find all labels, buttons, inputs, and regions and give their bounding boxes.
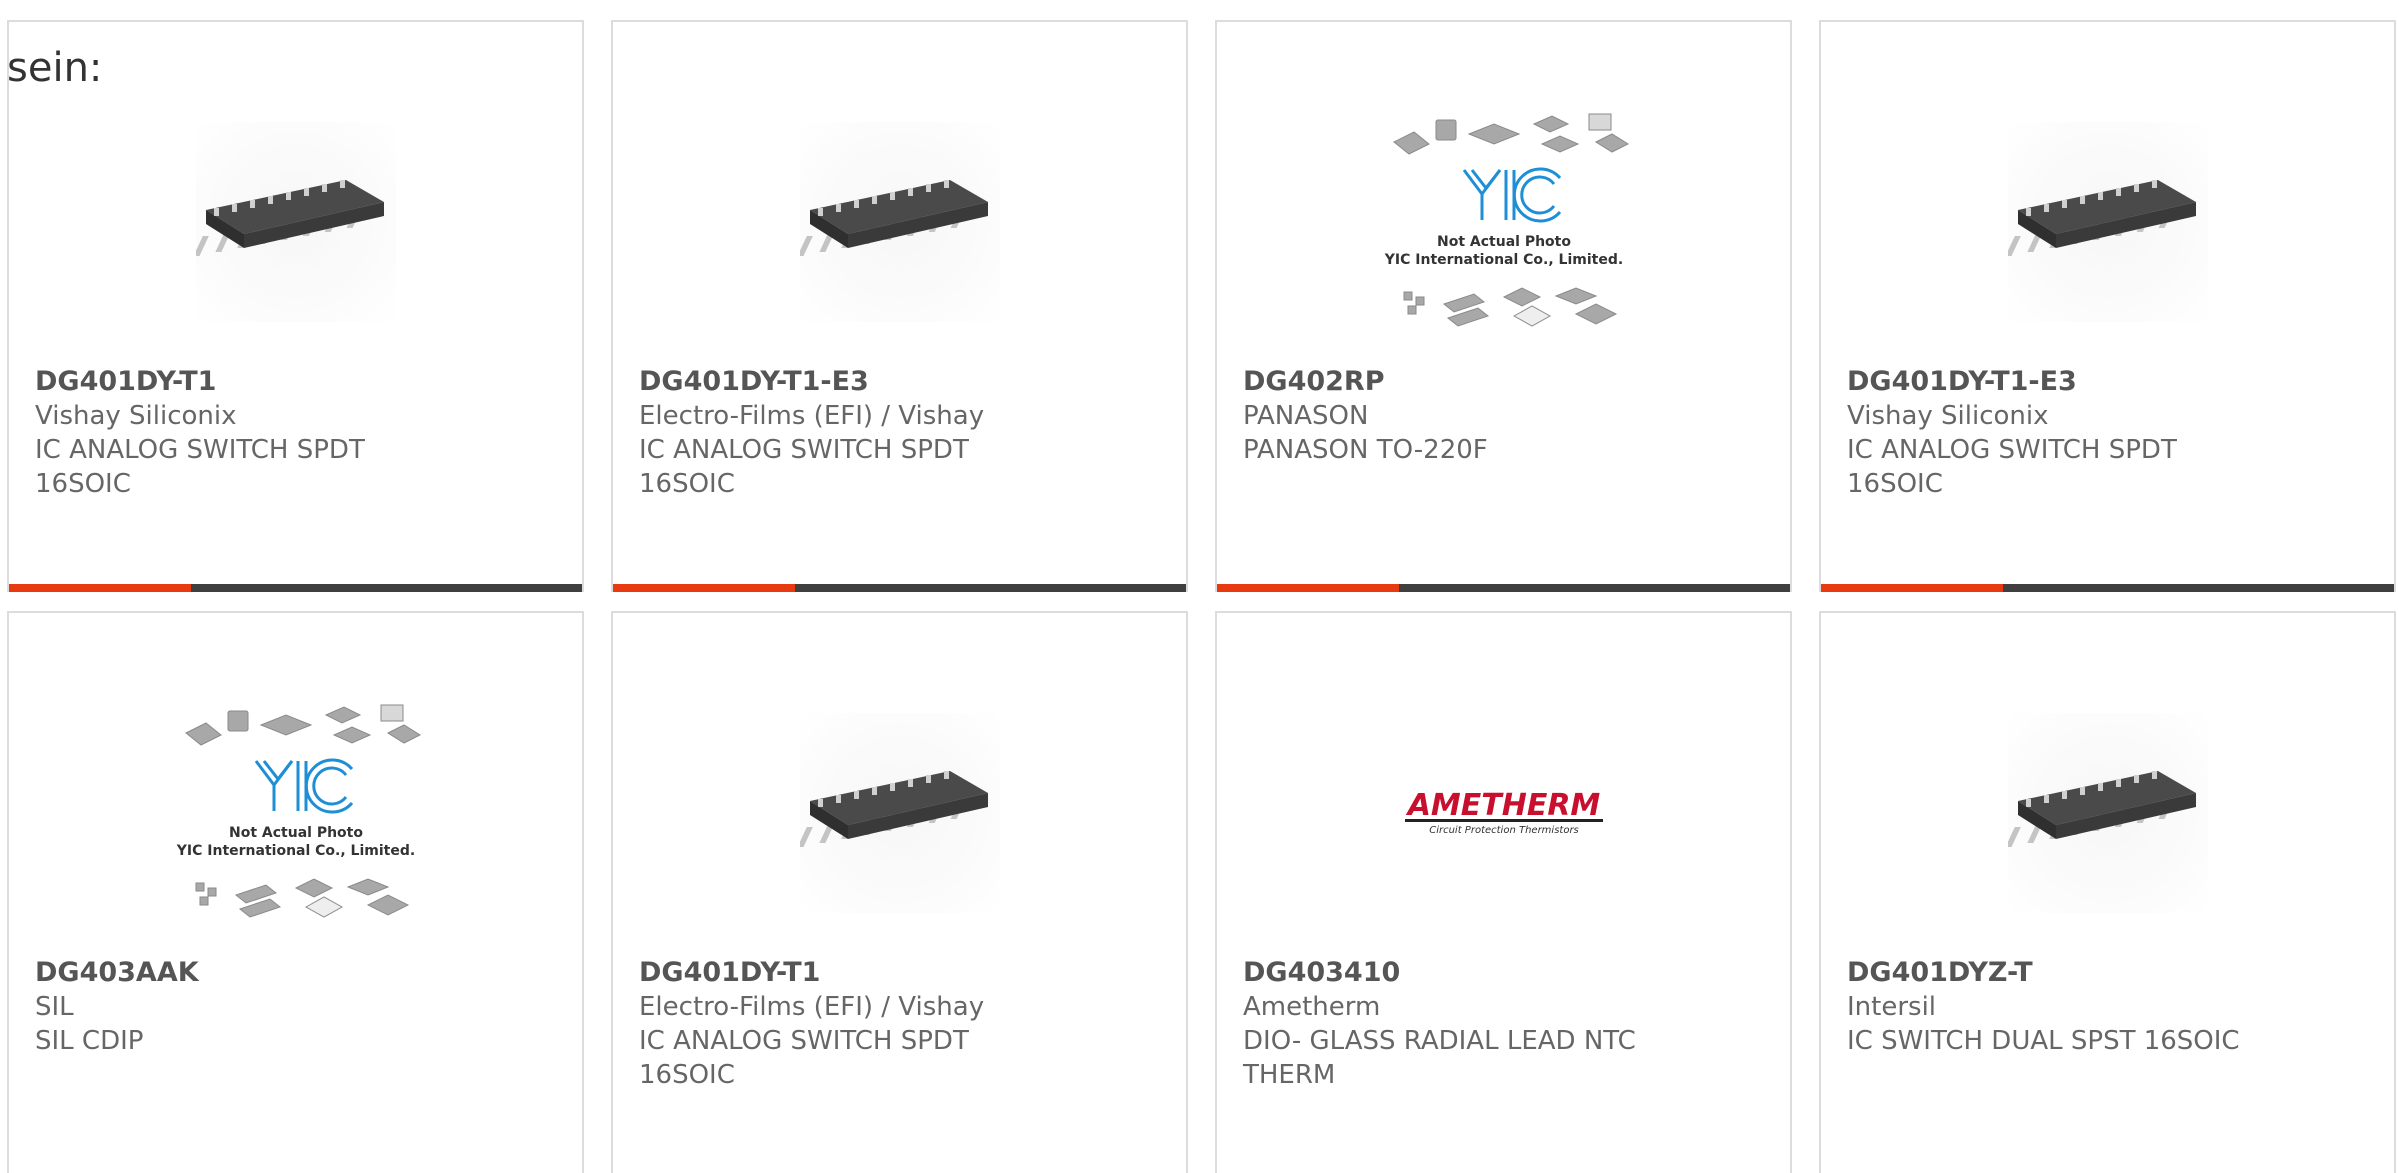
card-accent-highlight [9,584,191,592]
manufacturer: Electro-Films (EFI) / Vishay [639,401,985,431]
part-number[interactable]: DG403410 [1243,956,1770,990]
product-image[interactable]: Not Actual Photo YIC International Co., … [1217,92,1790,352]
description-cont: THERM [1243,1060,1336,1090]
product-card[interactable]: DG401DY-T1-E3 Vishay Siliconix IC ANALOG… [1819,20,2396,592]
card-accent-bar [1821,584,2394,592]
description-cont: 16SOIC [639,1060,735,1090]
product-info: DG403410 Ametherm DIO- GLASS RADIAL LEAD… [1243,956,1770,1092]
soic16-chip-icon [799,713,1000,913]
product-card[interactable]: DG401DYZ-T Intersil IC SWITCH DUAL SPST … [1819,611,2396,1173]
product-card[interactable]: Not Actual Photo YIC International Co., … [7,611,584,1173]
product-image[interactable] [613,683,1186,943]
manufacturer: SIL [35,992,74,1022]
placeholder-line2: YIC International Co., Limited. [175,843,414,859]
description: IC ANALOG SWITCH SPDT [639,435,969,465]
description-cont: 16SOIC [35,469,131,499]
product-image[interactable] [1821,683,2394,943]
card-accent-bar [9,584,582,592]
manufacturer: Intersil [1847,992,1937,1022]
product-info: DG401DY-T1 Electro-Films (EFI) / Vishay … [639,956,1166,1092]
card-accent-highlight [613,584,795,592]
product-card[interactable]: DG401DY-T1 Electro-Films (EFI) / Vishay … [611,611,1188,1173]
product-image[interactable]: Not Actual Photo YIC International Co., … [9,683,582,943]
part-number[interactable]: DG401DY-T1-E3 [639,365,1166,399]
yic-placeholder-image: Not Actual Photo YIC International Co., … [1364,92,1644,352]
brand-logo-name: AMETHERM [1405,788,1600,823]
yic-placeholder-image: Not Actual Photo YIC International Co., … [156,683,436,943]
description-cont: 16SOIC [639,469,735,499]
part-number[interactable]: DG401DY-T1 [35,365,562,399]
card-accent-highlight [1217,584,1399,592]
product-info: DG401DY-T1 Vishay Siliconix IC ANALOG SW… [35,365,562,501]
product-image[interactable] [613,92,1186,352]
soic16-chip-icon [2007,122,2208,322]
product-card[interactable]: DG401DY-T1 Vishay Siliconix IC ANALOG SW… [7,20,584,592]
part-number[interactable]: DG403AAK [35,956,562,990]
description: IC ANALOG SWITCH SPDT [639,1026,969,1056]
product-info: DG403AAK SIL SIL CDIP [35,956,562,1058]
placeholder-line1: Not Actual Photo [229,825,363,841]
product-info: DG401DY-T1-E3 Electro-Films (EFI) / Vish… [639,365,1166,501]
card-accent-bar [1217,584,1790,592]
product-image[interactable] [1821,92,2394,352]
part-number[interactable]: DG401DY-T1 [639,956,1166,990]
placeholder-line1: Not Actual Photo [1437,234,1571,250]
description-cont: 16SOIC [1847,469,1943,499]
product-card[interactable]: DG401DY-T1-E3 Electro-Films (EFI) / Vish… [611,20,1188,592]
description: IC ANALOG SWITCH SPDT [35,435,365,465]
card-accent-bar [613,584,1186,592]
ametherm-logo: AMETHERM Circuit Protection Thermistors [1399,783,1609,843]
manufacturer: Electro-Films (EFI) / Vishay [639,992,985,1022]
product-image[interactable]: AMETHERM Circuit Protection Thermistors [1217,683,1790,943]
product-grid-page: sein: DG401DY-T1 Vishay Siliconix IC ANA… [0,0,2398,1173]
part-number[interactable]: DG401DYZ-T [1847,956,2374,990]
brand-logo-tagline: Circuit Protection Thermistors [1429,825,1579,836]
product-info: DG401DY-T1-E3 Vishay Siliconix IC ANALOG… [1847,365,2374,501]
intro-text: sein: [7,45,103,91]
product-info: DG402RP PANASON PANASON TO-220F [1243,365,1770,467]
product-card[interactable]: AMETHERM Circuit Protection Thermistors … [1215,611,1792,1173]
manufacturer: PANASON [1243,401,1369,431]
part-number[interactable]: DG402RP [1243,365,1770,399]
description: DIO- GLASS RADIAL LEAD NTC [1243,1026,1636,1056]
manufacturer: Vishay Siliconix [35,401,237,431]
description: PANASON TO-220F [1243,435,1488,465]
description: IC ANALOG SWITCH SPDT [1847,435,2177,465]
description: SIL CDIP [35,1026,144,1056]
soic16-chip-icon [195,122,396,322]
placeholder-line2: YIC International Co., Limited. [1383,252,1622,268]
description: IC SWITCH DUAL SPST 16SOIC [1847,1026,2240,1056]
manufacturer: Ametherm [1243,992,1381,1022]
card-accent-highlight [1821,584,2003,592]
product-image[interactable] [9,92,582,352]
product-card[interactable]: Not Actual Photo YIC International Co., … [1215,20,1792,592]
soic16-chip-icon [799,122,1000,322]
manufacturer: Vishay Siliconix [1847,401,2049,431]
product-info: DG401DYZ-T Intersil IC SWITCH DUAL SPST … [1847,956,2374,1058]
soic16-chip-icon [2007,713,2208,913]
part-number[interactable]: DG401DY-T1-E3 [1847,365,2374,399]
